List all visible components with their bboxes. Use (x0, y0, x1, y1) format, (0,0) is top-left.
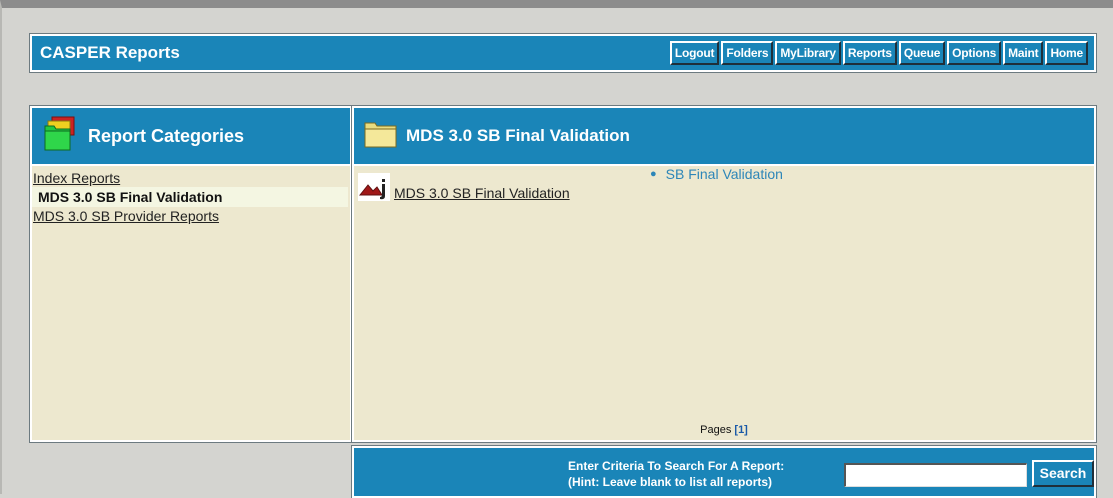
category-mds-sb-final-validation[interactable]: MDS 3.0 SB Final Validation (32, 187, 348, 207)
queue-button[interactable]: Queue (898, 41, 946, 65)
page-link-1[interactable]: [1] (734, 424, 747, 436)
search-input[interactable] (844, 463, 1027, 487)
category-mds-sb-provider-reports[interactable]: MDS 3.0 SB Provider Reports (32, 207, 350, 225)
report-sub-list: ● SB Final Validation (650, 166, 783, 182)
sub-report-label: SB Final Validation (665, 166, 783, 182)
home-button[interactable]: Home (1045, 41, 1088, 65)
top-nav: Logout Folders MyLibrary Reports Queue O… (669, 41, 1088, 65)
page: CASPER Reports Logout Folders MyLibrary … (0, 0, 1113, 498)
maint-button[interactable]: Maint (1003, 41, 1044, 65)
report-categories-header: Report Categories (32, 108, 350, 166)
reports-panel-header: MDS 3.0 SB Final Validation (354, 108, 1094, 166)
folder-icon (364, 119, 398, 154)
report-file-icon[interactable] (358, 173, 390, 206)
report-link[interactable]: MDS 3.0 SB Final Validation (394, 185, 570, 201)
search-button[interactable]: Search (1032, 460, 1094, 487)
report-categories-title: Report Categories (88, 125, 245, 146)
sub-report-item[interactable]: ● SB Final Validation (650, 166, 783, 182)
reports-panel-title: MDS 3.0 SB Final Validation (406, 126, 630, 145)
pagination: Pages [1] (354, 424, 1094, 436)
report-row: MDS 3.0 SB Final Validation (358, 173, 570, 206)
category-list: Index Reports MDS 3.0 SB Final Validatio… (32, 166, 350, 225)
bullet-icon: ● (650, 168, 657, 180)
category-index-reports[interactable]: Index Reports (32, 169, 350, 187)
report-categories-panel: Report Categories Index Reports MDS 3.0 … (29, 105, 353, 443)
search-bar: Enter Criteria To Search For A Report: (… (351, 445, 1097, 498)
reports-panel: MDS 3.0 SB Final Validation MDS 3.0 SB F… (351, 105, 1097, 443)
logout-button[interactable]: Logout (669, 41, 720, 65)
reports-button[interactable]: Reports (842, 41, 897, 65)
search-hint-line1: Enter Criteria To Search For A Report: (568, 459, 785, 473)
search-hint-line2: (Hint: Leave blank to list all reports) (568, 475, 773, 489)
folders-icon (44, 116, 78, 157)
search-hint: Enter Criteria To Search For A Report: (… (568, 458, 784, 490)
mylibrary-button[interactable]: MyLibrary (775, 41, 841, 65)
pages-label: Pages (700, 424, 732, 436)
top-header-bar: CASPER Reports Logout Folders MyLibrary … (29, 33, 1097, 73)
folders-button[interactable]: Folders (721, 41, 774, 65)
options-button[interactable]: Options (947, 41, 1002, 65)
app-title: CASPER Reports (40, 43, 180, 62)
